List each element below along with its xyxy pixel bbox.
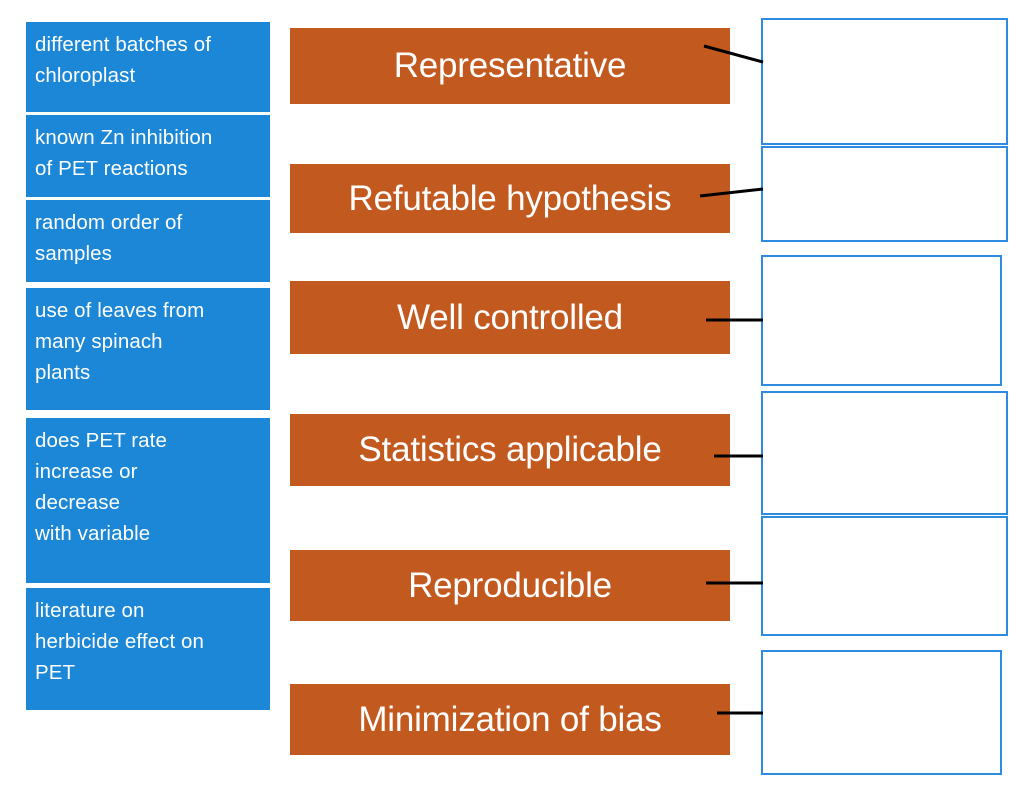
answer-box-2[interactable]: [761, 146, 1008, 242]
criterion-banner-label: Minimization of bias: [358, 699, 662, 739]
evidence-card-random-order-of-samples[interactable]: random order of samples: [26, 200, 270, 282]
criterion-banner-minimization-of-bias[interactable]: Minimization of bias: [290, 684, 730, 755]
criterion-banner-label: Statistics applicable: [358, 430, 662, 469]
answer-box-5[interactable]: [761, 516, 1008, 636]
evidence-card-does-pet-rate-increase-or-decrease-with-variable[interactable]: does PET rate increase or decrease with var…: [26, 418, 270, 583]
evidence-card-line: plants: [35, 361, 91, 384]
evidence-card-line: chloroplast: [35, 64, 136, 87]
evidence-card-line: with variable: [35, 522, 151, 545]
evidence-card-known-zn-inhibition-of-pet-reactions[interactable]: known Zn inhibition of PET reactions: [26, 115, 270, 197]
evidence-card-line: herbicide effect on: [35, 630, 205, 653]
criterion-banner-representative[interactable]: Representative: [290, 28, 730, 104]
criterion-banner-statistics-applicable[interactable]: Statistics applicable: [290, 414, 730, 486]
evidence-card-line: random order of: [35, 211, 183, 234]
answer-box-6[interactable]: [761, 650, 1002, 775]
evidence-card-line: use of leaves from: [35, 299, 205, 322]
answer-box-3[interactable]: [761, 255, 1002, 386]
evidence-card-line: known Zn inhibition: [35, 126, 213, 149]
criterion-banner-well-controlled[interactable]: Well controlled: [290, 281, 730, 354]
activity-canvas: different batches of chloroplast known Zn …: [0, 0, 1024, 802]
evidence-card-line: samples: [35, 242, 113, 265]
answer-box-4[interactable]: [761, 391, 1008, 515]
evidence-card-line: PET: [35, 661, 76, 684]
criterion-banner-refutable-hypothesis[interactable]: Refutable hypothesis: [290, 164, 730, 233]
criterion-banner-label: Refutable hypothesis: [348, 178, 672, 218]
criterion-banner-label: Well controlled: [397, 297, 623, 337]
evidence-card-use-of-leaves-from-many-spinach-plants[interactable]: use of leaves from many spinach plants: [26, 288, 270, 410]
evidence-card-line: does PET rate: [35, 429, 167, 452]
criterion-banner-label: Reproducible: [408, 565, 612, 605]
evidence-card-line: increase or: [35, 460, 138, 483]
criterion-banner-label: Representative: [393, 46, 627, 85]
evidence-card-line: decrease: [35, 491, 121, 514]
answer-box-1[interactable]: [761, 18, 1008, 145]
criterion-banner-reproducible[interactable]: Reproducible: [290, 550, 730, 621]
evidence-card-line: different batches of: [35, 33, 211, 56]
evidence-card-literature-on-herbicide-effect-on-pet[interactable]: literature on herbicide effect on PET: [26, 588, 270, 710]
evidence-card-line: of PET reactions: [35, 157, 188, 180]
evidence-card-line: literature on: [35, 599, 145, 622]
evidence-card-different-batches-of-chloroplast[interactable]: different batches of chloroplast: [26, 22, 270, 112]
evidence-card-line: many spinach: [35, 330, 163, 353]
